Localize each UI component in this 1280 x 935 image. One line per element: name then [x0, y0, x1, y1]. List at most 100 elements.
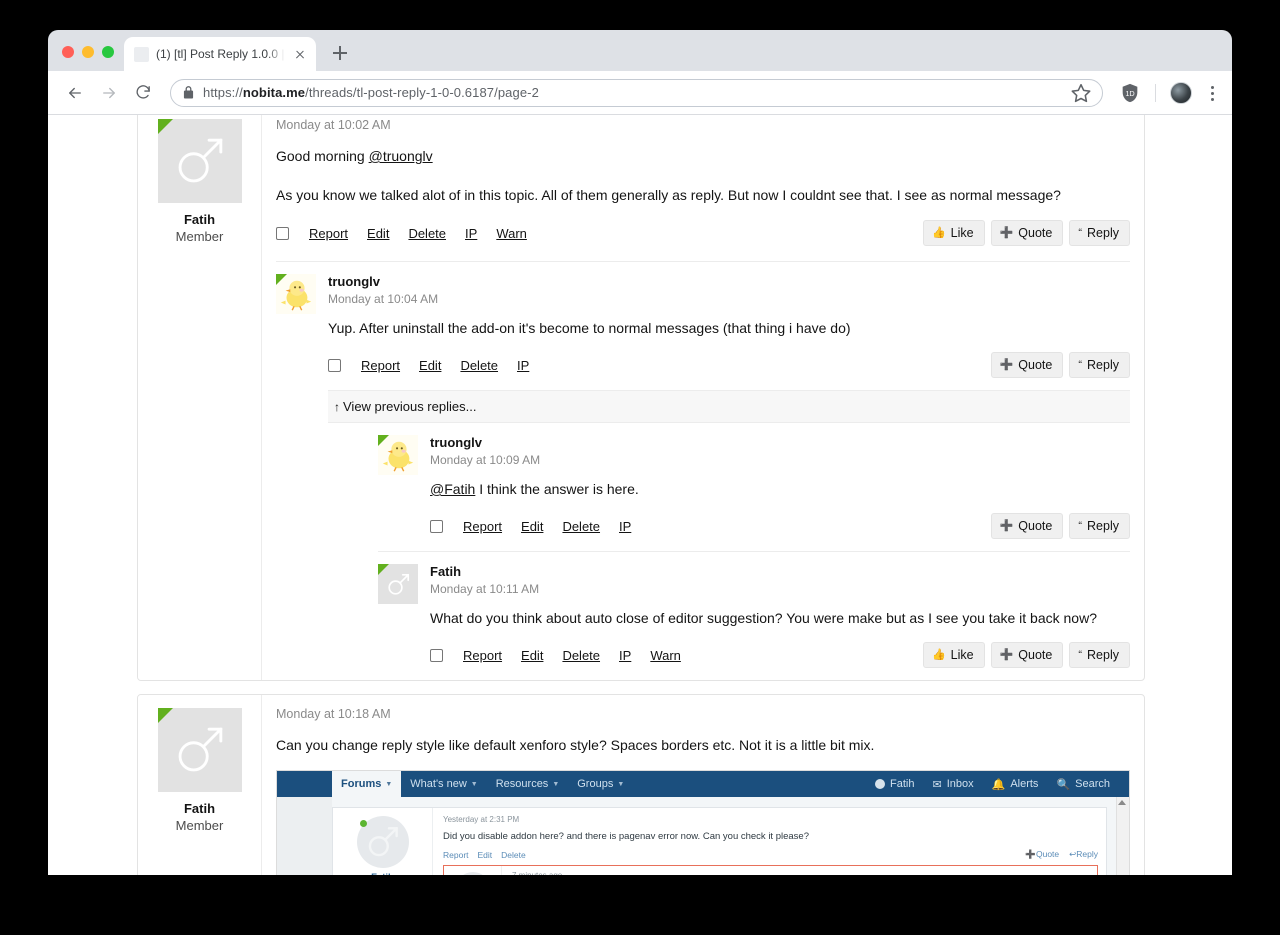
avatar[interactable]	[157, 119, 242, 203]
reply-link[interactable]: ↩Reply	[1069, 849, 1098, 860]
url-path: /threads/tl-post-reply-1-0-0.6187/page-2	[305, 85, 539, 100]
reply-content: truonglv Monday at 10:04 AM Yup. After u…	[328, 274, 1130, 680]
avatar[interactable]	[157, 708, 242, 792]
url-text: https://nobita.me/threads/tl-post-reply-…	[203, 85, 1061, 100]
embedded-nav-alerts[interactable]: 🔔 Alerts	[983, 778, 1048, 791]
reply-actions-bar: Report Edit Delete IP ➕ Quote “ Reply	[328, 352, 1130, 390]
post-user-info: Fatih Member	[138, 115, 262, 680]
warn-link[interactable]: Warn	[496, 226, 527, 241]
close-tab-icon[interactable]	[292, 46, 308, 62]
reply-button[interactable]: “ Reply	[1069, 642, 1130, 668]
embedded-scrollbar[interactable]	[1116, 797, 1129, 875]
quote-button[interactable]: ➕ Quote	[990, 352, 1064, 378]
warn-link[interactable]: Warn	[650, 648, 681, 663]
like-button[interactable]: 👍 Like	[922, 642, 985, 668]
edit-link[interactable]: Edit	[478, 850, 493, 860]
reply-timestamp[interactable]: Monday at 10:04 AM	[328, 292, 1130, 306]
avatar[interactable]	[378, 564, 418, 604]
delete-link[interactable]: Delete	[562, 519, 600, 534]
extension-shield-icon[interactable]: 1D	[1119, 82, 1141, 104]
post-author-name[interactable]: Fatih	[148, 801, 251, 816]
ip-link[interactable]: IP	[517, 358, 529, 373]
edit-link[interactable]: Edit	[521, 648, 543, 663]
reply-author-name[interactable]: truonglv	[430, 435, 1130, 450]
reply-body: Yup. After uninstall the add-on it's bec…	[328, 320, 851, 336]
forward-arrow-icon[interactable]	[94, 78, 124, 108]
ip-link[interactable]: IP	[619, 519, 631, 534]
reply-select-checkbox[interactable]	[430, 648, 443, 662]
reply-button[interactable]: “ Reply	[1069, 220, 1130, 246]
report-link[interactable]: Report	[309, 226, 348, 241]
delete-link[interactable]: Delete	[460, 358, 498, 373]
user-mention-link[interactable]: @truonglv	[369, 148, 433, 164]
address-bar[interactable]: https://nobita.me/threads/tl-post-reply-…	[170, 78, 1103, 107]
plus-icon: ➕	[999, 519, 1014, 532]
close-window-button[interactable]	[62, 46, 74, 58]
delete-link[interactable]: Delete	[501, 850, 526, 860]
report-link[interactable]: Report	[443, 850, 469, 860]
report-link[interactable]: Report	[463, 519, 502, 534]
reply-select-checkbox[interactable]	[430, 519, 443, 533]
new-tab-plus-icon[interactable]	[326, 39, 354, 67]
report-link[interactable]: Report	[463, 648, 502, 663]
ip-link[interactable]: IP	[465, 226, 477, 241]
bookmark-star-icon[interactable]	[1070, 82, 1092, 104]
embedded-nav-user-label: Fatih	[890, 778, 915, 790]
reload-icon[interactable]	[128, 78, 158, 108]
post-replies: truonglv Monday at 10:04 AM Yup. After u…	[276, 261, 1130, 680]
embedded-nav-groups[interactable]: Groups ▼	[568, 771, 633, 797]
reply-button[interactable]: “ Reply	[1069, 513, 1130, 539]
edit-link[interactable]: Edit	[521, 519, 543, 534]
edit-link[interactable]: Edit	[367, 226, 389, 241]
reply-author-name[interactable]: Fatih	[430, 564, 1130, 579]
profile-avatar-icon[interactable]	[1170, 81, 1192, 104]
reply-timestamp[interactable]: Monday at 10:09 AM	[430, 453, 1130, 467]
reply-button-label: Reply	[1087, 648, 1119, 662]
quote-button[interactable]: ➕ Quote	[990, 513, 1064, 539]
view-previous-replies-link[interactable]: ↑ View previous replies...	[328, 390, 1130, 423]
avatar[interactable]	[356, 816, 409, 868]
back-arrow-icon[interactable]	[60, 78, 90, 108]
embedded-nav-resources[interactable]: Resources ▼	[487, 771, 569, 797]
ip-link[interactable]: IP	[619, 648, 631, 663]
delete-link[interactable]: Delete	[408, 226, 446, 241]
avatar[interactable]	[378, 435, 418, 475]
embedded-nav-inbox[interactable]: ✉ Inbox	[923, 778, 982, 791]
post-select-checkbox[interactable]	[276, 226, 289, 240]
embedded-nav-forums[interactable]: Forums ▼	[332, 771, 402, 797]
post-timestamp[interactable]: Monday at 10:18 AM	[276, 707, 1130, 721]
quote-button[interactable]: ➕ Quote	[990, 220, 1064, 246]
post-timestamp[interactable]: Monday at 10:02 AM	[276, 118, 1130, 132]
reply-author-name[interactable]: truonglv	[328, 274, 1130, 289]
embedded-post-text: Did you disable addon here? and there is…	[443, 831, 809, 842]
delete-link[interactable]: Delete	[562, 648, 600, 663]
maximize-window-button[interactable]	[102, 46, 114, 58]
embedded-nav-whats-new[interactable]: What's new ▼	[401, 771, 486, 797]
embedded-screenshot-image[interactable]: Forums ▼ What's new ▼ Resources ▼ Groups ▼ F…	[276, 770, 1130, 875]
embedded-author-name[interactable]: Fatih	[337, 872, 428, 875]
report-link[interactable]: Report	[361, 358, 400, 373]
browser-tab[interactable]: (1) [tl] Post Reply 1.0.0 | Page	[124, 37, 316, 71]
reply-select-checkbox[interactable]	[328, 358, 341, 372]
reply-button[interactable]: “ Reply	[1069, 352, 1130, 378]
minimize-window-button[interactable]	[82, 46, 94, 58]
avatar[interactable]	[276, 274, 316, 314]
edit-link[interactable]: Edit	[419, 358, 441, 373]
like-button[interactable]: 👍 Like	[922, 220, 985, 246]
scroll-up-icon[interactable]	[1118, 800, 1126, 805]
envelope-icon: ✉	[932, 778, 942, 791]
user-mention-link[interactable]: @Fatih	[430, 481, 475, 497]
embedded-nav-user[interactable]: Fatih	[866, 778, 923, 790]
kebab-menu-icon[interactable]	[1202, 83, 1222, 103]
embedded-nav-search[interactable]: 🔍 Search	[1047, 778, 1119, 791]
quote-button[interactable]: ➕ Quote	[990, 642, 1064, 668]
embedded-post-actions: Report Edit Delete ➕Quote ↩Reply	[443, 849, 1098, 860]
reply-body-text: I think the answer is here.	[475, 481, 639, 497]
bell-icon: 🔔	[991, 778, 1006, 791]
quote-marks-icon: “	[1078, 519, 1083, 532]
reply-timestamp[interactable]: Monday at 10:11 AM	[430, 582, 1130, 596]
plus-icon: ➕	[999, 648, 1014, 661]
post-author-name[interactable]: Fatih	[148, 212, 251, 227]
quote-link[interactable]: ➕Quote	[1025, 849, 1059, 860]
avatar[interactable]	[455, 872, 490, 875]
